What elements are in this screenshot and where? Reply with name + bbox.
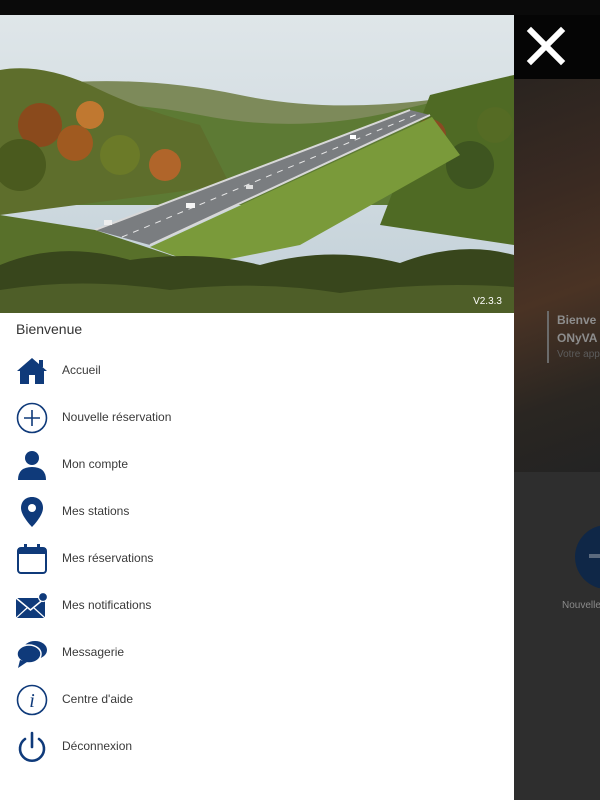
- background-hero-title-2: ONyVA: [557, 331, 598, 345]
- background-hero-title-1: Bienve: [557, 313, 597, 327]
- menu-label-deconnexion: Déconnexion: [62, 739, 133, 753]
- navigation-drawer: V2.3.3 Bienvenue Accueil Nouvelle réserv…: [0, 15, 514, 800]
- menu-label-accueil: Accueil: [62, 363, 101, 377]
- menu-item-centre-aide[interactable]: i Centre d'aide: [0, 677, 514, 724]
- menu-item-accueil[interactable]: Accueil: [0, 348, 514, 395]
- status-bar: [0, 0, 600, 15]
- background-app: Bienve ONyVA Votre app Nouvelle: [514, 15, 600, 800]
- chat-bubbles-icon: [16, 637, 48, 669]
- background-lower-panel: [514, 472, 600, 800]
- welcome-heading: Bienvenue: [16, 321, 83, 337]
- user-icon: [16, 449, 48, 481]
- menu-label-mon-compte: Mon compte: [62, 457, 129, 471]
- menu-item-nouvelle-reservation[interactable]: Nouvelle réservation: [0, 395, 514, 442]
- info-icon: i: [16, 684, 48, 716]
- svg-text:i: i: [29, 690, 35, 712]
- menu-label-mes-notifications: Mes notifications: [62, 598, 152, 612]
- app-version: V2.3.3: [473, 296, 502, 307]
- background-hero-text: Bienve ONyVA Votre app: [547, 311, 600, 363]
- plus-circle-icon: [16, 402, 48, 434]
- close-icon[interactable]: [522, 22, 570, 70]
- menu-item-mes-reservations[interactable]: Mes réservations: [0, 536, 514, 583]
- home-icon: [16, 355, 48, 387]
- envelope-icon: [16, 590, 48, 622]
- location-pin-icon: [16, 496, 48, 528]
- menu-label-mes-reservations: Mes réservations: [62, 551, 154, 565]
- menu-label-mes-stations: Mes stations: [62, 504, 130, 518]
- header-landscape-image: V2.3.3: [0, 15, 514, 313]
- background-fab-label: Nouvelle: [562, 600, 600, 611]
- menu-item-messagerie[interactable]: Messagerie: [0, 630, 514, 677]
- drawer-menu: Accueil Nouvelle réservation Mon compte …: [0, 348, 514, 771]
- background-hero: Bienve ONyVA Votre app: [514, 79, 600, 472]
- menu-item-mon-compte[interactable]: Mon compte: [0, 442, 514, 489]
- menu-label-centre-aide: Centre d'aide: [62, 692, 134, 706]
- background-hero-subtitle: Votre app: [557, 349, 600, 360]
- menu-item-mes-stations[interactable]: Mes stations: [0, 489, 514, 536]
- menu-item-mes-notifications[interactable]: Mes notifications: [0, 583, 514, 630]
- calendar-icon: [16, 543, 48, 575]
- menu-label-nouvelle-reservation: Nouvelle réservation: [62, 410, 172, 424]
- menu-label-messagerie: Messagerie: [62, 645, 125, 659]
- power-icon: [16, 731, 48, 763]
- menu-item-deconnexion[interactable]: Déconnexion: [0, 724, 514, 771]
